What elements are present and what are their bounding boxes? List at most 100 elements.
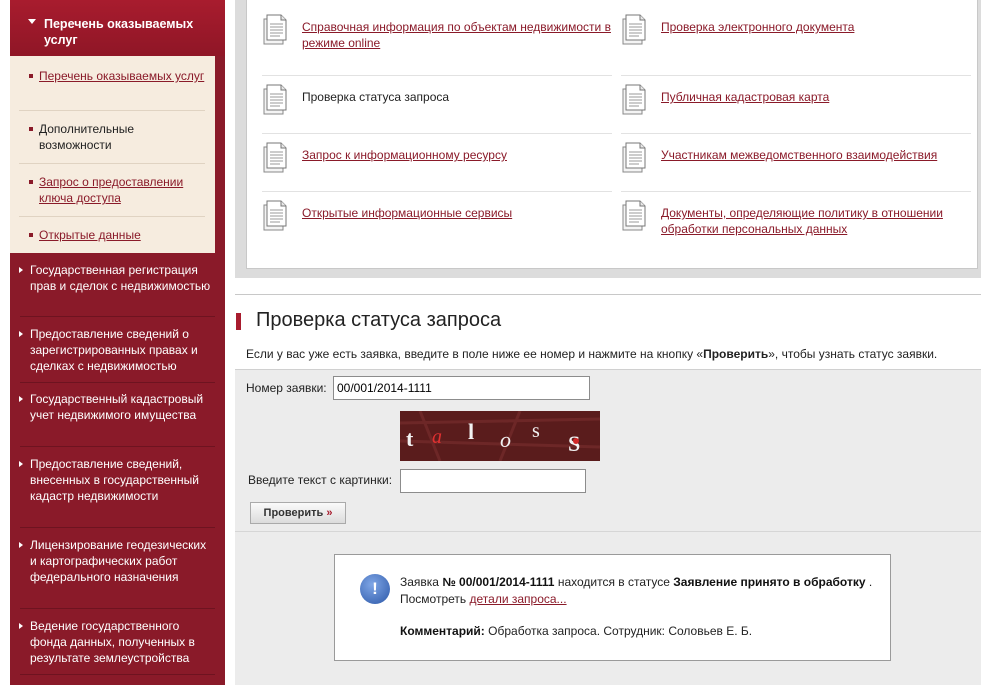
sidebar-nav-item[interactable]: Предоставление сведений о зарегистрирова… — [10, 326, 215, 374]
sidebar-header-label: Перечень оказываемых услуг — [44, 17, 194, 47]
bullet-icon — [29, 127, 33, 131]
divider — [19, 216, 205, 217]
comment-line: Комментарий: Обработка запроса. Сотрудни… — [400, 624, 752, 638]
document-icon — [263, 14, 287, 45]
submenu-item-label[interactable]: Запрос о предоставлении ключа доступа — [39, 175, 183, 205]
submenu-item-label[interactable]: Перечень оказываемых услуг — [39, 69, 204, 83]
divider — [20, 608, 215, 609]
divider — [20, 446, 215, 447]
arrow-right-icon — [19, 396, 23, 402]
divider — [262, 133, 612, 134]
submenu-item-open-data[interactable]: Открытые данные — [10, 227, 205, 243]
request-number: № 00/001/2014-1111 — [442, 575, 555, 589]
document-icon — [622, 142, 646, 173]
svg-text:t: t — [406, 426, 414, 451]
details-link[interactable]: детали запроса... — [470, 592, 567, 606]
bullet-icon — [29, 233, 33, 237]
info-exclamation-icon: ! — [360, 574, 390, 604]
status-prefix: Заявка — [400, 575, 443, 589]
svg-text:l: l — [468, 419, 474, 444]
arrow-icon: » — [326, 507, 333, 519]
request-number-label: Номер заявки: — [246, 381, 327, 395]
caret-down-icon — [28, 19, 36, 24]
divider — [621, 75, 971, 76]
service-link[interactable]: Участникам межведомственного взаимодейст… — [661, 147, 973, 163]
details-prefix: Посмотреть — [400, 592, 470, 606]
svg-text:s: s — [532, 420, 540, 442]
arrow-right-icon — [19, 542, 23, 548]
details-line: Посмотреть детали запроса... — [400, 592, 567, 606]
arrow-right-icon — [19, 623, 23, 629]
divider — [19, 110, 205, 111]
divider — [262, 75, 612, 76]
status-line: Заявка № 00/001/2014-1111 находится в ст… — [400, 575, 872, 589]
sidebar-nav-item[interactable]: Ведение государственного фонда данных, п… — [10, 618, 215, 666]
submenu-item-label: Дополнительные возможности — [39, 122, 134, 152]
service-link[interactable]: Проверка электронного документа — [661, 19, 973, 35]
services-grid: Справочная информация по объектам недвиж… — [246, 0, 978, 269]
submenu-item-extra[interactable]: Дополнительные возможности — [10, 121, 205, 153]
page-title: Проверка статуса запроса — [256, 309, 502, 331]
divider — [19, 163, 205, 164]
service-link[interactable]: Запрос к информационному ресурсу — [302, 147, 614, 163]
sidebar-nav-label[interactable]: Государственный кадастровый учет недвижи… — [30, 392, 203, 422]
divider — [235, 531, 981, 532]
sidebar-nav-item[interactable]: Государственная регистрация прав и сдело… — [10, 262, 215, 294]
document-icon — [622, 84, 646, 115]
bullet-icon — [29, 180, 33, 184]
captcha-label: Введите текст с картинки: — [248, 473, 393, 487]
divider — [621, 133, 971, 134]
status-check-panel: Проверка статуса запроса Если у вас уже … — [235, 294, 981, 685]
service-link[interactable]: Справочная информация по объектам недвиж… — [302, 19, 614, 51]
divider — [20, 674, 215, 675]
service-link[interactable]: Публичная кадастровая карта — [661, 89, 973, 105]
captcha-input[interactable] — [400, 469, 586, 493]
divider — [20, 527, 215, 528]
sidebar-nav-label[interactable]: Предоставление сведений о зарегистрирова… — [30, 327, 198, 373]
divider — [20, 316, 215, 317]
sidebar-nav-item[interactable]: Лицензирование геодезических и картограф… — [10, 537, 215, 585]
check-button[interactable]: Проверить » — [250, 502, 346, 524]
divider — [621, 191, 971, 192]
services-panel: Справочная информация по объектам недвиж… — [235, 0, 981, 278]
submenu-item-services[interactable]: Перечень оказываемых услуг — [10, 68, 205, 84]
divider — [262, 191, 612, 192]
status-end: . — [865, 575, 873, 589]
captcha-image: t a l o s S — [400, 411, 600, 461]
sidebar-header[interactable]: Перечень оказываемых услуг — [10, 0, 225, 56]
sidebar-nav-label[interactable]: Предоставление сведений, внесенных в гос… — [30, 457, 199, 503]
divider — [235, 369, 981, 370]
bullet-icon — [29, 74, 33, 78]
submenu-item-access-key[interactable]: Запрос о предоставлении ключа доступа — [10, 174, 205, 206]
divider — [20, 382, 215, 383]
sidebar-nav-label[interactable]: Государственная регистрация прав и сдело… — [30, 263, 210, 293]
status-result-box: ! Заявка № 00/001/2014-1111 находится в … — [334, 554, 891, 661]
intro-part: », чтобы узнать статус заявки. — [768, 347, 938, 361]
svg-text:o: o — [500, 427, 511, 452]
sidebar-nav-label[interactable]: Лицензирование геодезических и картограф… — [30, 538, 206, 584]
document-icon — [263, 142, 287, 173]
intro-bold: Проверить — [703, 347, 769, 361]
title-accent-bar — [236, 313, 241, 330]
sidebar-submenu: Перечень оказываемых услуг Дополнительны… — [10, 56, 215, 253]
status-middle: находится в статусе — [554, 575, 674, 589]
sidebar-nav-label[interactable]: Ведение государственного фонда данных, п… — [30, 619, 195, 665]
check-button-label: Проверить — [263, 507, 324, 519]
service-link[interactable]: Документы, определяющие политику в отнош… — [661, 205, 973, 237]
intro-text: Если у вас уже есть заявка, введите в по… — [246, 347, 937, 361]
service-label: Проверка статуса запроса — [302, 90, 450, 104]
arrow-right-icon — [19, 331, 23, 337]
arrow-right-icon — [19, 267, 23, 273]
document-icon — [263, 84, 287, 115]
service-link[interactable]: Открытые информационные сервисы — [302, 205, 614, 221]
sidebar-nav-item[interactable]: Государственный кадастровый учет недвижи… — [10, 391, 215, 423]
arrow-right-icon — [19, 461, 23, 467]
submenu-item-label[interactable]: Открытые данные — [39, 228, 141, 242]
sidebar-nav-item[interactable]: Предоставление сведений, внесенных в гос… — [10, 456, 215, 504]
comment-text: Обработка запроса. Сотрудник: Соловьев Е… — [484, 624, 753, 638]
document-icon — [622, 14, 646, 45]
document-icon — [622, 200, 646, 231]
comment-label: Комментарий: — [400, 624, 485, 638]
svg-text:S: S — [568, 431, 580, 456]
request-number-input[interactable] — [333, 376, 590, 400]
